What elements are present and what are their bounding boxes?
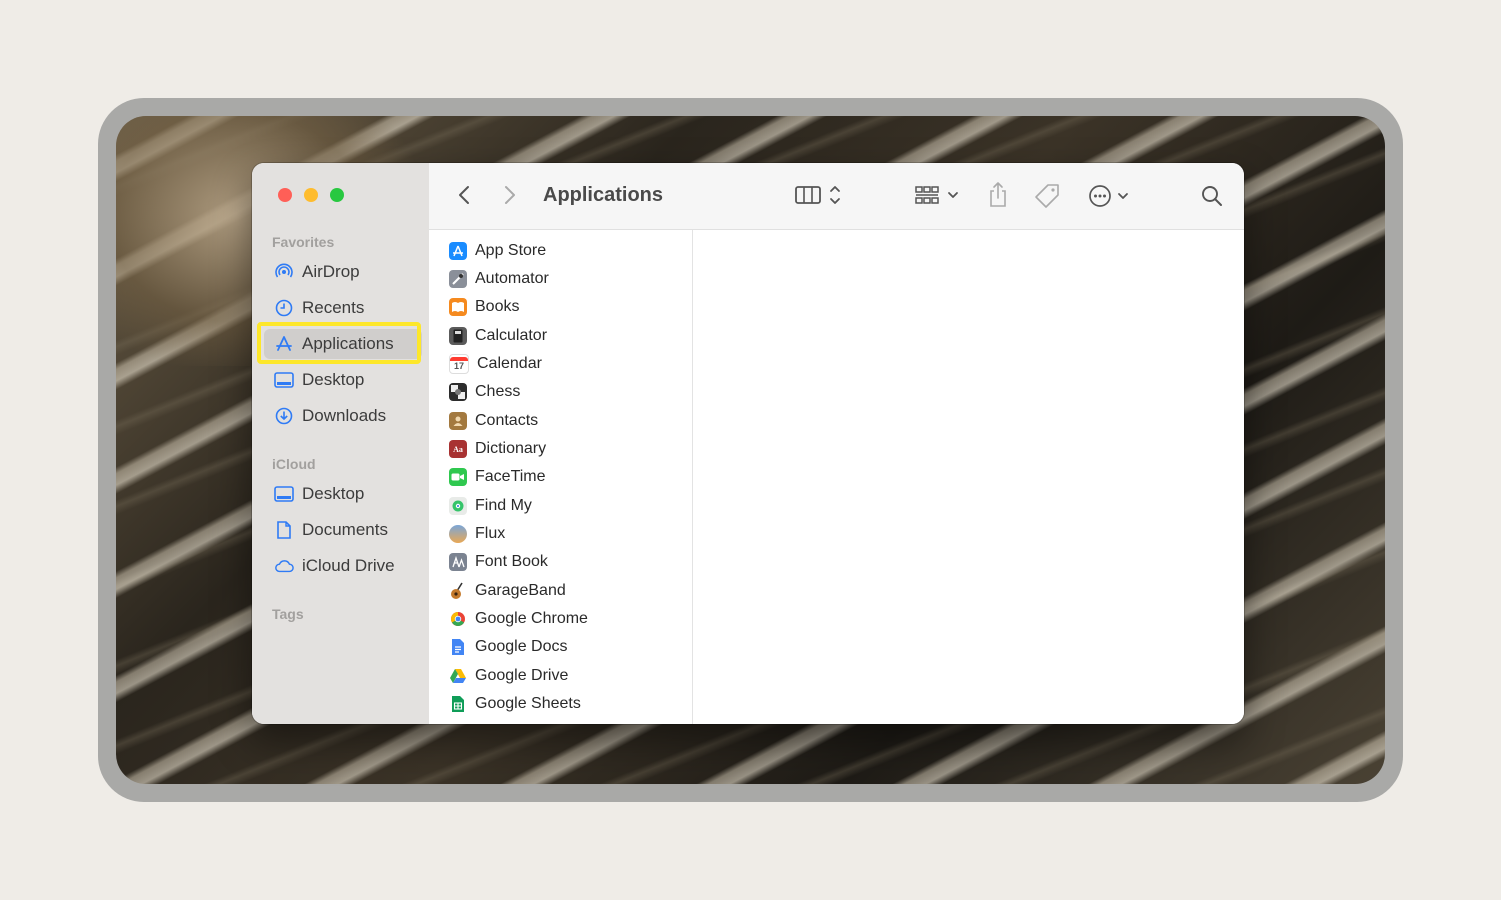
list-item[interactable]: Books xyxy=(449,294,519,320)
list-item[interactable]: Find My xyxy=(449,493,532,519)
sidebar-item-icloud-desktop[interactable]: Desktop xyxy=(264,479,422,509)
sidebar-item-label: Recents xyxy=(302,298,365,317)
books-icon xyxy=(449,298,467,316)
list-item[interactable]: GarageBand xyxy=(449,578,566,604)
sidebar-item-label: Documents xyxy=(302,520,388,539)
ellipsis-circle-icon[interactable] xyxy=(1087,183,1137,209)
google-docs-icon xyxy=(449,638,467,656)
highlight-annotation xyxy=(257,322,421,364)
group-grid-icon[interactable] xyxy=(914,183,964,207)
list-item[interactable]: Font Book xyxy=(449,549,548,575)
app-name: Books xyxy=(475,298,520,315)
app-name: Find My xyxy=(475,497,532,514)
sidebar-section-favorites: Favorites xyxy=(272,234,335,250)
sidebar-item-documents[interactable]: Documents xyxy=(264,515,422,545)
window-title: Applications xyxy=(543,184,664,206)
dictionary-icon: Aa xyxy=(449,440,467,458)
sidebar-item-label: Desktop xyxy=(302,370,365,389)
app-name: Font Book xyxy=(475,553,548,570)
list-item[interactable]: Flux xyxy=(449,521,505,547)
sidebar-item-recents[interactable]: Recents xyxy=(264,293,422,323)
list-item[interactable]: Automator xyxy=(449,266,549,292)
finder-window: Favorites AirDrop Recents Applications D… xyxy=(252,163,1244,724)
sidebar-section-icloud: iCloud xyxy=(272,456,316,472)
list-item[interactable]: App Store xyxy=(449,238,546,264)
list-item[interactable]: Google Docs xyxy=(449,634,568,660)
app-name: GarageBand xyxy=(475,582,566,599)
list-item[interactable]: FaceTime xyxy=(449,464,546,490)
calendar-icon: 17 xyxy=(449,354,469,374)
find-my-icon xyxy=(449,497,467,515)
app-store-icon xyxy=(449,242,467,260)
sidebar-item-label: iCloud Drive xyxy=(302,556,395,575)
close-window-button[interactable] xyxy=(278,188,292,202)
sidebar-item-label: Desktop xyxy=(302,484,365,503)
sidebar-section-tags: Tags xyxy=(272,606,304,622)
garageband-icon xyxy=(449,582,467,600)
desktop-icon xyxy=(274,370,294,390)
google-chrome-icon xyxy=(449,610,467,628)
calculator-icon xyxy=(449,327,467,345)
list-item[interactable]: Aa Dictionary xyxy=(449,436,546,462)
chess-icon xyxy=(449,383,467,401)
preview-column xyxy=(693,230,1244,724)
sidebar-item-desktop[interactable]: Desktop xyxy=(264,365,422,395)
google-sheets-icon xyxy=(449,695,467,713)
app-name: Google Sheets xyxy=(475,695,581,712)
app-name: Calculator xyxy=(475,327,548,344)
calendar-icon-day: 17 xyxy=(453,361,464,371)
app-name: Calendar xyxy=(477,355,542,372)
applications-column: App Store Automator Books Calculator 17 xyxy=(429,230,693,724)
download-icon xyxy=(274,406,294,426)
sidebar-item-label: Downloads xyxy=(302,406,387,425)
app-name: Google Chrome xyxy=(475,610,588,627)
app-name: Google Drive xyxy=(475,667,569,684)
app-name: Automator xyxy=(475,270,549,287)
app-name: Dictionary xyxy=(475,440,547,457)
column-view-icon[interactable] xyxy=(794,183,844,207)
contacts-icon xyxy=(449,412,467,430)
back-chevron-icon[interactable] xyxy=(457,185,471,205)
zoom-window-button[interactable] xyxy=(330,188,344,202)
minimize-window-button[interactable] xyxy=(304,188,318,202)
dictionary-icon-text: Aa xyxy=(453,444,463,454)
list-item[interactable]: Google Chrome xyxy=(449,606,588,632)
list-item[interactable]: Calculator xyxy=(449,323,547,349)
automator-icon xyxy=(449,270,467,288)
list-item[interactable]: Google Sheets xyxy=(449,691,581,717)
list-item[interactable]: Google Drive xyxy=(449,663,568,689)
sidebar-item-label: AirDrop xyxy=(302,262,360,281)
list-item[interactable]: 17 Calendar xyxy=(449,351,542,377)
list-item[interactable]: Chess xyxy=(449,379,520,405)
sidebar-item-icloud-drive[interactable]: iCloud Drive xyxy=(264,551,422,581)
airdrop-icon xyxy=(274,262,294,282)
facetime-icon xyxy=(449,468,467,486)
sidebar-item-downloads[interactable]: Downloads xyxy=(264,401,422,431)
sidebar-item-airdrop[interactable]: AirDrop xyxy=(264,257,422,287)
share-icon[interactable] xyxy=(987,181,1009,209)
sidebar: Favorites AirDrop Recents Applications D… xyxy=(252,163,430,724)
tag-icon[interactable] xyxy=(1034,183,1060,209)
flux-icon xyxy=(449,525,467,543)
app-name: Flux xyxy=(475,525,506,542)
app-name: Chess xyxy=(475,383,521,400)
google-drive-icon xyxy=(449,667,467,685)
forward-chevron-icon[interactable] xyxy=(503,185,517,205)
font-book-icon xyxy=(449,553,467,571)
cloud-icon xyxy=(274,556,294,576)
search-icon[interactable] xyxy=(1200,184,1224,208)
app-name: Google Docs xyxy=(475,638,568,655)
document-icon xyxy=(274,520,294,540)
list-item[interactable]: Contacts xyxy=(449,408,538,434)
app-name: App Store xyxy=(475,242,547,259)
app-name: FaceTime xyxy=(475,468,546,485)
clock-icon xyxy=(274,298,294,318)
desktop-icon xyxy=(274,484,294,504)
app-name: Contacts xyxy=(475,412,539,429)
toolbar: Applications xyxy=(429,163,1244,230)
